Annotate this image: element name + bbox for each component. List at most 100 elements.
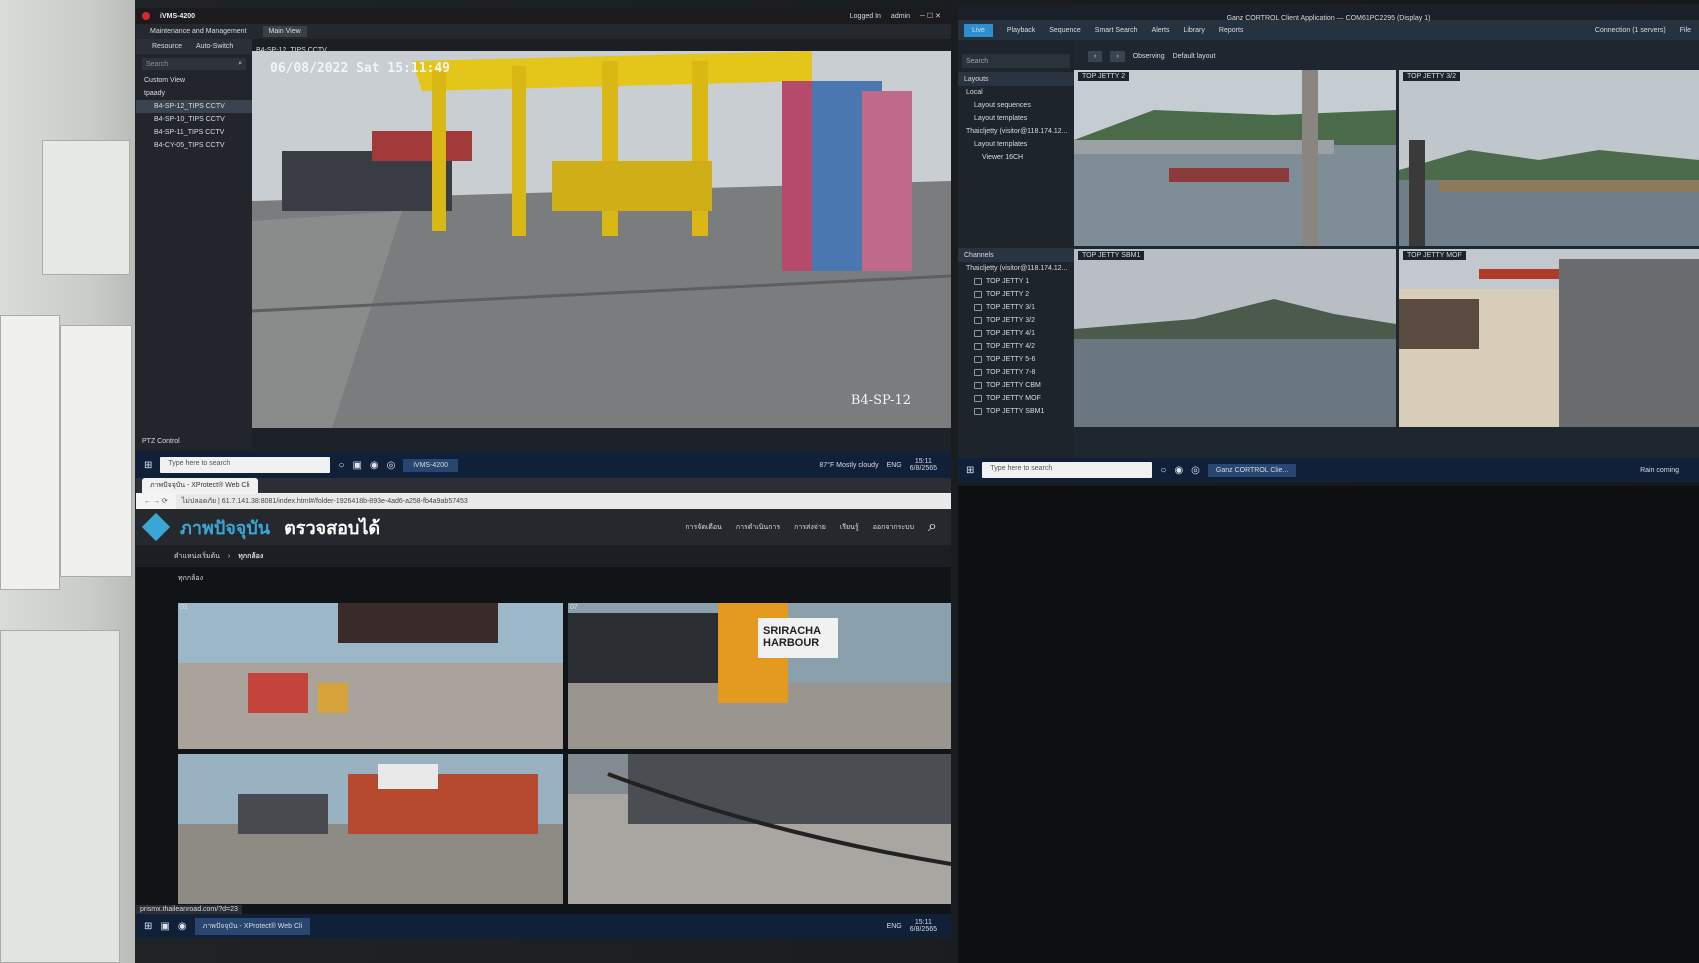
ivms-search-input[interactable]: Search ⌕ xyxy=(142,58,246,70)
grid-cam-1[interactable]: 01 xyxy=(178,603,563,749)
menu-maintenance[interactable]: Maintenance and Management xyxy=(150,28,247,35)
weather-label-3[interactable]: Rain coming xyxy=(1640,467,1699,474)
explorer-icon[interactable]: ▣ xyxy=(352,460,361,471)
channel-item[interactable]: TOP JETTY 1 xyxy=(958,275,1074,288)
search-icon[interactable]: ⌕ xyxy=(928,518,951,536)
ganz-cam-1[interactable]: TOP JETTY 2 xyxy=(1074,70,1396,246)
ganz-titlebar: Ganz CORTROL Client Application — COM61P… xyxy=(958,4,1699,22)
tool-library[interactable]: Library xyxy=(1183,27,1204,34)
channel-item[interactable]: TOP JETTY 4/2 xyxy=(958,340,1074,353)
weather-label[interactable]: 87°F Mostly cloudy xyxy=(819,462,878,469)
monitor-ganz: Ganz CORTROL Client Application — COM61P… xyxy=(958,4,1699,482)
nav-item-1[interactable]: การดำเนินการ xyxy=(736,522,780,533)
layout-tree-1[interactable]: Layout sequences xyxy=(974,102,1031,109)
video-title-bar: B4-SP-12_TIPS CCTV xyxy=(252,39,951,54)
edge-icon[interactable]: ◉ xyxy=(1174,465,1183,476)
channel-item[interactable]: TOP JETTY SBM1 xyxy=(958,405,1074,418)
grid-cam-3[interactable] xyxy=(178,754,563,904)
ganz-cam-4[interactable]: TOP JETTY MOF xyxy=(1399,249,1699,427)
ptz-control[interactable]: PTZ Control xyxy=(142,438,180,445)
channel-item[interactable]: TOP JETTY CBM xyxy=(958,379,1074,392)
nav-arrows-icon[interactable]: ← → ⟳ xyxy=(144,497,168,505)
explorer-icon[interactable]: ▣ xyxy=(160,921,169,932)
channel-item[interactable]: TOP JETTY 3/2 xyxy=(958,314,1074,327)
chrome-icon[interactable]: ◎ xyxy=(1191,465,1200,476)
lang-label-2[interactable]: ENG xyxy=(887,923,902,930)
channel-item[interactable]: TOP JETTY 2 xyxy=(958,288,1074,301)
ganz-cam-3[interactable]: TOP JETTY SBM1 xyxy=(1074,249,1396,427)
channel-item[interactable]: TOP JETTY MOF xyxy=(958,392,1074,405)
layout-tree-2[interactable]: Layout templates xyxy=(974,115,1027,122)
tab-auto-switch[interactable]: Auto-Switch xyxy=(196,43,233,50)
breadcrumb-home[interactable]: ตำแหน่งเริ่มต้น xyxy=(174,551,220,562)
windows-start-icon[interactable]: ⊞ xyxy=(144,921,152,932)
tool-live[interactable]: Live xyxy=(964,23,993,37)
channel-label: TOP JETTY 4/1 xyxy=(986,330,1036,337)
layout-name[interactable]: Default layout xyxy=(1173,53,1216,60)
cctv-video-feed[interactable]: 06/08/2022 Sat 15:11:49 B4-SP-12 xyxy=(252,51,951,428)
taskbar-search-input[interactable]: Type here to search xyxy=(160,457,331,473)
grid-cam-2[interactable]: SRIRACHA HARBOUR 07 xyxy=(568,603,951,749)
tab-resource[interactable]: Resource xyxy=(152,43,182,50)
monitor-ivms: iVMS-4200 Logged In admin ─ ☐ ✕ Maintena… xyxy=(136,8,951,478)
sriracha-sign: SRIRACHA HARBOUR xyxy=(763,625,821,649)
brand-title-2: ตรวจสอบได้ xyxy=(284,517,381,538)
task-view-icon[interactable]: ○ xyxy=(338,460,344,471)
tool-alerts[interactable]: Alerts xyxy=(1152,27,1170,34)
nav-item-4[interactable]: ออกจากระบบ xyxy=(873,522,914,533)
taskbar-app-ivms[interactable]: iVMS-4200 xyxy=(403,458,458,472)
url-input[interactable]: ไม่ปลอดภัย | 61.7.141.38:8081/index.html… xyxy=(175,493,951,509)
camera-item-1[interactable]: B4-SP-10_TIPS CCTV xyxy=(154,116,225,123)
xprotect-logo-icon xyxy=(141,512,171,542)
browser-tab[interactable]: ภาพปัจจุบัน - XProtect® Web Cli xyxy=(142,478,258,493)
next-icon[interactable]: › xyxy=(1110,50,1125,62)
taskbar-app-ganz[interactable]: Ganz CORTROL Clie... xyxy=(1207,463,1297,477)
ganz-cam-2-scene xyxy=(1399,70,1699,246)
nav-item-3[interactable]: เรียนรู้ xyxy=(840,522,859,533)
prev-icon[interactable]: ‹ xyxy=(1088,50,1103,62)
layout-tree-5[interactable]: Viewer 16CH xyxy=(982,154,1023,161)
channel-root[interactable]: Thaicljetty (visitor@118.174.12... xyxy=(966,265,1068,272)
channel-label: TOP JETTY CBM xyxy=(986,382,1041,389)
tree-group[interactable]: tpaady xyxy=(144,90,165,97)
camera-item-3[interactable]: B4-CY-05_TIPS CCTV xyxy=(154,142,225,149)
camera-item-2[interactable]: B4-SP-11_TIPS CCTV xyxy=(154,129,224,136)
lang-label[interactable]: ENG xyxy=(887,462,902,469)
nav-item-0[interactable]: การจัดเตือน xyxy=(685,522,722,533)
ganz-cam-2[interactable]: TOP JETTY 3/2 xyxy=(1399,70,1699,246)
admin-label[interactable]: admin xyxy=(891,13,910,20)
tool-smart-search[interactable]: Smart Search xyxy=(1095,27,1138,34)
window-controls-icon[interactable]: ─ ☐ ✕ xyxy=(920,12,951,20)
ganz-cam-4-scene xyxy=(1399,249,1699,427)
windows-start-icon[interactable]: ⊞ xyxy=(966,465,974,476)
layouts-header[interactable]: Layouts xyxy=(958,72,1074,86)
tool-sequence[interactable]: Sequence xyxy=(1049,27,1081,34)
taskbar-app-browser[interactable]: ภาพปัจจุบัน - XProtect® Web Cli xyxy=(194,917,311,935)
edge-icon[interactable]: ◉ xyxy=(178,921,187,932)
channels-header[interactable]: Channels xyxy=(958,248,1074,262)
taskbar-search-input-3[interactable]: Type here to search xyxy=(982,462,1153,478)
task-view-icon[interactable]: ○ xyxy=(1160,465,1166,476)
layout-tree-4[interactable]: Layout templates xyxy=(974,141,1027,148)
channel-item[interactable]: TOP JETTY 3/1 xyxy=(958,301,1074,314)
channel-item[interactable]: TOP JETTY 4/1 xyxy=(958,327,1074,340)
connection-status[interactable]: Connection (1 servers) xyxy=(1595,27,1666,34)
layout-tree-3[interactable]: Thaicljetty (visitor@118.174.12... xyxy=(966,128,1068,135)
grid-cam-4[interactable] xyxy=(568,754,951,904)
nav-item-2[interactable]: การส่งจ่าย xyxy=(794,522,826,533)
port-scene xyxy=(252,51,951,428)
ganz-search-input[interactable]: Search xyxy=(962,54,1070,68)
windows-start-icon[interactable]: ⊞ xyxy=(144,460,152,471)
camera-item-0[interactable]: B4-SP-12_TIPS CCTV xyxy=(154,103,225,110)
tree-custom-view[interactable]: Custom View xyxy=(144,77,185,84)
channel-item[interactable]: TOP JETTY 7-8 xyxy=(958,366,1074,379)
channel-item[interactable]: TOP JETTY 5-6 xyxy=(958,353,1074,366)
edge-icon[interactable]: ◉ xyxy=(370,460,379,471)
channel-label: TOP JETTY 4/2 xyxy=(986,343,1036,350)
menu-main-view[interactable]: Main View xyxy=(262,26,307,37)
layout-tree-0[interactable]: Local xyxy=(966,89,983,96)
file-menu[interactable]: File xyxy=(1680,27,1699,34)
tool-playback[interactable]: Playback xyxy=(1007,27,1035,34)
tool-reports[interactable]: Reports xyxy=(1219,27,1244,34)
chrome-icon[interactable]: ◎ xyxy=(387,460,396,471)
